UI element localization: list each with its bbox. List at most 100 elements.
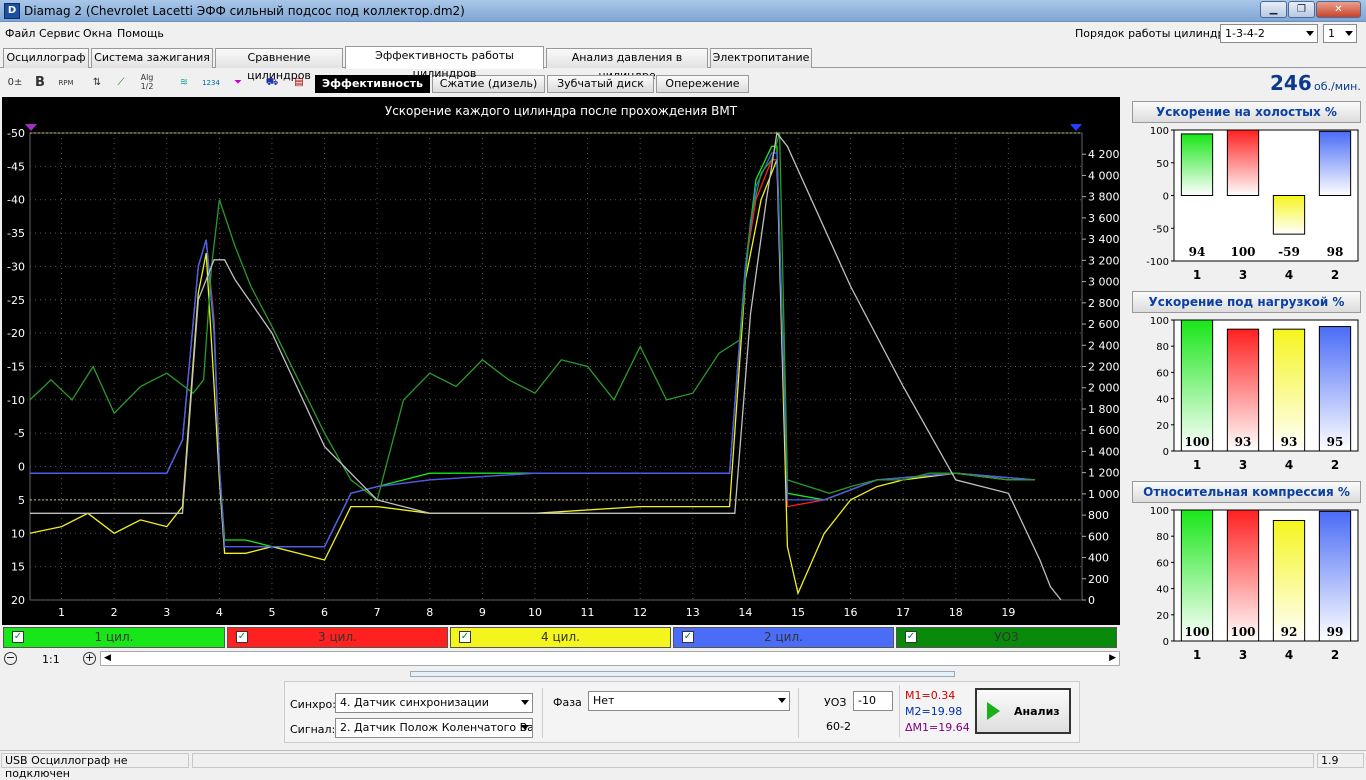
checkbox-icon[interactable]: ✓ — [236, 631, 248, 643]
x-tick-label: 14 — [738, 606, 752, 619]
x-tick-label: 15 — [791, 606, 805, 619]
checkbox-icon[interactable]: ✓ — [682, 631, 694, 643]
checkbox-icon[interactable]: ✓ — [12, 631, 24, 643]
compression-header: Относительная компрессия % — [1132, 481, 1361, 503]
export-icon[interactable]: 1234 — [200, 73, 222, 93]
menu-help[interactable]: Помощь — [117, 27, 164, 40]
channel-3[interactable]: ✓ 3 цил. — [227, 627, 448, 648]
x-tick-label: 7 — [374, 606, 381, 619]
scale-icon[interactable]: ⇅ — [86, 73, 108, 93]
zoom-in-icon[interactable]: + — [83, 652, 96, 665]
channel-1[interactable]: ✓ 1 цил. — [3, 627, 225, 648]
analyze-button[interactable]: Анализ — [975, 688, 1071, 734]
tab-pressure-analysis[interactable]: Анализ давления в цилиндре — [546, 48, 708, 82]
channel-4[interactable]: ✓ 4 цил. — [450, 627, 671, 648]
wheel-type: 60-2 — [826, 720, 851, 733]
channel-label: 3 цил. — [318, 630, 357, 644]
marker-m1: M1=0.34 — [905, 689, 956, 702]
bar-category-label: 1 — [1193, 648, 1201, 662]
tab-power-supply[interactable]: Электропитание — [710, 48, 812, 68]
scroll-right-icon[interactable]: ▶ — [1109, 653, 1116, 663]
x-tick-label: 16 — [844, 606, 858, 619]
efficiency-chart[interactable]: Ускорение каждого цилиндра после прохожд… — [2, 97, 1120, 625]
zoom-icon[interactable]: 0± — [4, 73, 26, 93]
right-tick-label: 2 000 — [1088, 382, 1120, 395]
connection-status: USB Осциллограф не подключен — [1, 753, 189, 780]
menu-file[interactable]: Файл — [5, 27, 35, 40]
bar — [1226, 509, 1260, 642]
subtab-advance[interactable]: Опережение — [656, 75, 749, 93]
tab-ignition[interactable]: Система зажигания — [91, 48, 213, 68]
engine-icon[interactable]: ⛟ — [261, 73, 283, 93]
phase-value: Нет — [593, 694, 615, 707]
marker-icon[interactable]: ⏷ — [227, 73, 249, 93]
sync-select[interactable]: 4. Датчик синхронизации — [335, 693, 533, 713]
scroll-left-icon[interactable]: ◀ — [104, 653, 111, 663]
bar — [1318, 130, 1352, 197]
right-tick-label: 3 400 — [1088, 233, 1120, 246]
cylinder-order-select[interactable]: 1-3-4-2 — [1220, 24, 1318, 43]
y-tick-label: -45 — [7, 160, 25, 173]
x-tick-label: 19 — [1001, 606, 1015, 619]
channel-uoz[interactable]: ✓ УОЗ — [896, 627, 1117, 648]
signal-select[interactable]: 2. Датчик Полож Коленчатого Вал — [335, 718, 533, 738]
cylinder-index-spinner[interactable]: 1 — [1323, 24, 1357, 43]
load-accel-header: Ускорение под нагрузкой % — [1132, 291, 1361, 313]
bar — [1318, 510, 1352, 642]
maximize-button[interactable]: ❐ — [1288, 1, 1315, 18]
bold-icon[interactable]: B — [29, 73, 51, 93]
checkbox-icon[interactable]: ✓ — [459, 631, 471, 643]
bar-value-label: 100 — [1230, 245, 1255, 259]
bar-value-label: -59 — [1278, 245, 1300, 259]
minimize-button[interactable]: ▁ — [1260, 1, 1287, 18]
right-tick-label: 400 — [1088, 552, 1109, 565]
zoom-bar: − 1:1 + ◀ ▶ — [0, 650, 1122, 668]
horizontal-scrollbar[interactable]: ◀ ▶ — [100, 651, 1120, 666]
bar-value-label: 99 — [1327, 625, 1344, 639]
checkbox-icon[interactable]: ✓ — [905, 631, 917, 643]
bar-category-label: 3 — [1239, 648, 1247, 662]
menu-windows[interactable]: Окна — [83, 27, 112, 40]
close-button[interactable]: ✕ — [1316, 1, 1361, 18]
bar-tick-label: -50 — [1153, 224, 1169, 235]
rpm-icon[interactable]: RPM — [55, 73, 77, 93]
right-tick-label: 1 600 — [1088, 424, 1120, 437]
x-tick-label: 5 — [268, 606, 275, 619]
series-line — [29, 159, 1035, 596]
channel-label: 2 цил. — [764, 630, 803, 644]
sync-value: 4. Датчик синхронизации — [340, 696, 489, 709]
zoom-out-icon[interactable]: − — [4, 652, 17, 665]
rpm-value: 246 — [1270, 71, 1312, 95]
tab-cylinder-efficiency[interactable]: Эффективность работы цилиндров — [345, 46, 544, 80]
bar — [1226, 129, 1260, 196]
subtab-toothed-disk[interactable]: Зубчатый диск — [547, 75, 654, 93]
filter-icon[interactable]: ≋ — [173, 73, 195, 93]
settings-icon[interactable]: ▤ — [288, 73, 310, 93]
y-tick-label: -50 — [7, 127, 25, 140]
bar-value-label: 93 — [1235, 435, 1252, 449]
y-tick-label: -40 — [7, 194, 25, 207]
right-tick-label: 600 — [1088, 530, 1109, 543]
trend-icon[interactable]: ⟋ — [110, 73, 132, 93]
alg-icon[interactable]: Alg 1/2 — [136, 73, 158, 93]
status-bar: USB Осциллограф не подключен 1.9 — [0, 750, 1366, 780]
bar-tick-label: 50 — [1156, 159, 1169, 170]
rpm-unit: об./мин. — [1314, 80, 1361, 93]
x-tick-label: 12 — [633, 606, 647, 619]
menu-service[interactable]: Сервис — [39, 27, 80, 40]
tab-oscilloscope[interactable]: Осциллограф — [3, 48, 89, 68]
y-tick-label: 10 — [11, 527, 25, 540]
channel-label: УОЗ — [994, 630, 1019, 644]
phase-label: Фаза — [553, 696, 582, 709]
bar-value-label: 95 — [1327, 435, 1344, 449]
cylinder-order-label: Порядок работы цилиндров — [1075, 27, 1238, 40]
phase-select[interactable]: Нет — [588, 691, 790, 711]
bar-value-label: 94 — [1189, 245, 1206, 259]
channel-2[interactable]: ✓ 2 цил. — [673, 627, 894, 648]
y-tick-label: 5 — [18, 494, 25, 507]
uoz-spinner[interactable]: -10 — [853, 691, 893, 711]
tab-cylinder-compare[interactable]: Сравнение цилиндров — [215, 48, 343, 82]
bar-category-label: 1 — [1193, 458, 1201, 472]
marker-delta: ΔM1=19.64 — [905, 721, 970, 734]
splitter-handle[interactable] — [410, 671, 955, 677]
